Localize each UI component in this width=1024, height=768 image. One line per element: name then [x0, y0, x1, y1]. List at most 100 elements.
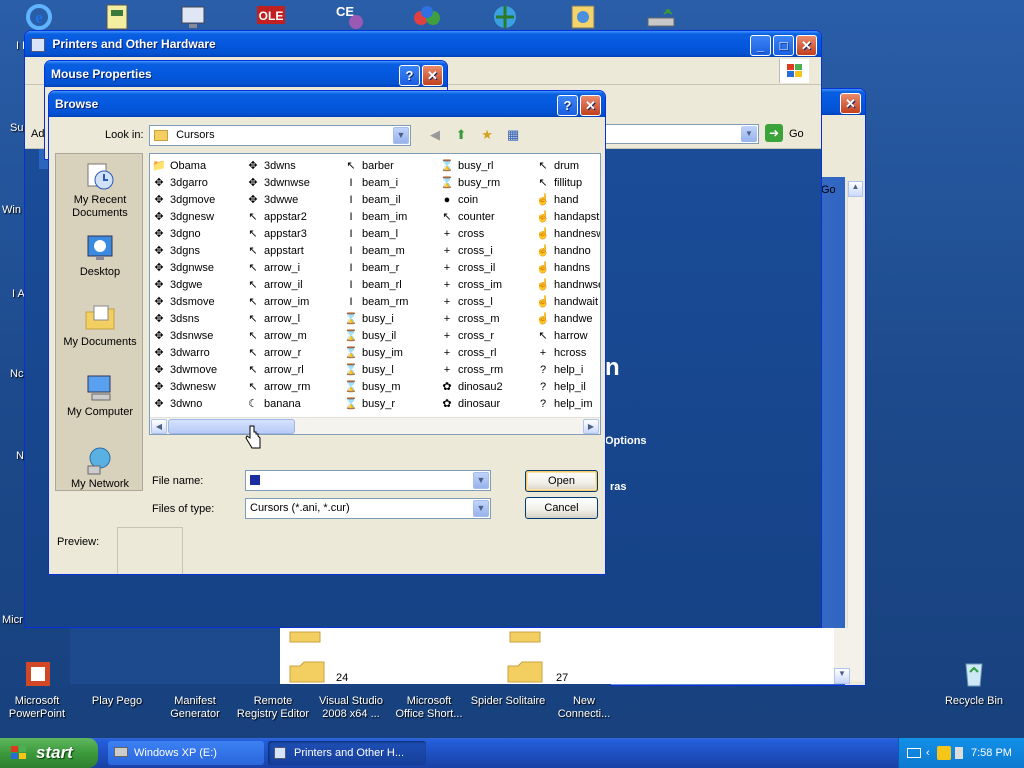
powerpoint-icon[interactable]	[24, 660, 52, 690]
cursor-file-item[interactable]: + cross_il	[440, 260, 535, 277]
cursor-file-item[interactable]: ✥ 3dsmove	[152, 294, 247, 311]
ce-tool-icon[interactable]: CE	[332, 2, 366, 32]
cursor-file-item[interactable]: ⌛ busy_im	[344, 345, 439, 362]
cursor-file-item[interactable]: Ibeam_il	[344, 192, 439, 209]
help-icon[interactable]: ?	[557, 95, 578, 116]
scroll-up-icon[interactable]: ▲	[848, 181, 863, 197]
browse-dialog[interactable]: Browse ? ✕ Look in: Cursors ▼ ◀ ⬆ ★ ▦ My…	[48, 90, 606, 575]
cursor-file-item[interactable]: ⌛ busy_l	[344, 362, 439, 379]
cursor-file-item[interactable]: ✥ 3dgnwse	[152, 260, 247, 277]
partial-link[interactable]: ras	[610, 481, 627, 493]
chevron-down-icon[interactable]: ▼	[741, 126, 757, 142]
chevron-down-icon[interactable]: ▼	[473, 500, 489, 517]
wireless-network-icon[interactable]	[644, 2, 678, 32]
cursor-file-item[interactable]: ✥ 3dwarro	[152, 345, 247, 362]
cursor-file-item[interactable]: ⌛ busy_r	[344, 396, 439, 413]
control-panel-icon[interactable]	[566, 2, 600, 32]
cursor-file-item[interactable]: ✿ dinosaur	[440, 396, 535, 413]
cursor-file-item[interactable]: + hcross	[536, 345, 600, 362]
cursor-file-item[interactable]: Ibeam_r	[344, 260, 439, 277]
desktop-icon-label[interactable]: Play Pego	[84, 695, 150, 708]
cursor-file-item[interactable]: ⌛ busy_m	[344, 379, 439, 396]
folder-icon[interactable]	[508, 630, 544, 644]
up-folder-icon[interactable]: ⬆	[451, 126, 471, 144]
cursor-file-item[interactable]: Ibeam_im	[344, 209, 439, 226]
cursor-file-item[interactable]: ✥ 3dgnesw	[152, 209, 247, 226]
cursor-file-item[interactable]: ⌛ busy_il	[344, 328, 439, 345]
cursor-file-item[interactable]: ☝ handwe	[536, 311, 600, 328]
close-icon[interactable]: ✕	[422, 65, 443, 86]
partial-link[interactable]: Options	[605, 435, 647, 447]
chevron-down-icon[interactable]: ▼	[473, 472, 489, 489]
notepad-icon[interactable]	[100, 2, 134, 32]
folder-icon[interactable]	[288, 660, 328, 684]
cursor-file-item[interactable]: ↖ arrow_i	[246, 260, 341, 277]
keyboard-icon[interactable]	[907, 748, 921, 758]
help-icon[interactable]: ?	[399, 65, 420, 86]
cursor-file-item[interactable]: Ibeam_i	[344, 175, 439, 192]
taskbar-item-printers[interactable]: Printers and Other H...	[268, 741, 426, 765]
cursor-file-item[interactable]: ☝ handapst	[536, 209, 600, 226]
cursor-file-item[interactable]: ☝ handns	[536, 260, 600, 277]
cursor-file-item[interactable]: ⌛ busy_rm	[440, 175, 535, 192]
cursor-file-item[interactable]: ⌛ busy_i	[344, 311, 439, 328]
cursor-file-item[interactable]: Ibeam_m	[344, 243, 439, 260]
cursor-file-item[interactable]: ✥ 3dgwe	[152, 277, 247, 294]
desktop-icon-label[interactable]: Microsoft Office Short...	[390, 695, 468, 721]
cursor-file-item[interactable]: ✥ 3dgns	[152, 243, 247, 260]
minimize-icon[interactable]: _	[750, 35, 771, 56]
cursor-file-item[interactable]: ↖ arrow_m	[246, 328, 341, 345]
cancel-button[interactable]: Cancel	[525, 497, 598, 519]
place-my-documents[interactable]: My Documents	[56, 302, 144, 349]
go-button[interactable]: Go	[789, 128, 804, 140]
browse-titlebar[interactable]: Browse ? ✕	[49, 91, 605, 117]
open-button[interactable]: Open	[525, 470, 598, 492]
cursor-file-item[interactable]: Ibeam_l	[344, 226, 439, 243]
cursor-file-item[interactable]: ? help_im	[536, 396, 600, 413]
cursor-file-item[interactable]: ? help_i	[536, 362, 600, 379]
cursor-file-item[interactable]: ↖ harrow	[536, 328, 600, 345]
cursor-file-item[interactable]: Ibeam_rl	[344, 277, 439, 294]
cursor-file-item[interactable]: ✥ 3dsnwse	[152, 328, 247, 345]
clock[interactable]: 7:58 PM	[971, 738, 1012, 768]
cursor-file-item[interactable]: ✿ dinosau2	[440, 379, 535, 396]
security-center-icon[interactable]	[937, 746, 951, 760]
cursor-file-item[interactable]: ? help_il	[536, 379, 600, 396]
network-tool-icon[interactable]	[488, 2, 522, 32]
place-desktop[interactable]: Desktop	[56, 232, 144, 279]
cursor-file-item[interactable]: ↖ counter	[440, 209, 535, 226]
vertical-scrollbar[interactable]: ▲	[847, 181, 863, 681]
look-in-select[interactable]: Cursors ▼	[149, 125, 411, 146]
file-name-input[interactable]: ▼	[245, 470, 491, 491]
start-button[interactable]: start	[0, 738, 98, 768]
desktop-icon-label[interactable]: Microsoft PowerPoint	[4, 695, 70, 721]
cursor-file-item[interactable]: ↖ barber	[344, 158, 439, 175]
desktop-icon-label[interactable]: Visual Studio 2008 x64 ...	[314, 695, 388, 721]
cursor-file-item[interactable]: ↖ appstar2	[246, 209, 341, 226]
maximize-icon[interactable]: □	[773, 35, 794, 56]
go-button[interactable]: Go	[821, 184, 836, 196]
cursor-file-item[interactable]: ☝ hand	[536, 192, 600, 209]
cursor-file-item[interactable]: + cross_im	[440, 277, 535, 294]
vertical-scrollbar[interactable]: ▼	[834, 628, 850, 684]
cursor-file-item[interactable]: + cross_i	[440, 243, 535, 260]
cursor-file-item[interactable]: ✥ 3dwno	[152, 396, 247, 413]
folder-icon[interactable]	[288, 630, 324, 644]
place-my-computer[interactable]: My Computer	[56, 372, 144, 419]
cursor-file-item[interactable]: ↖ appstart	[246, 243, 341, 260]
cursor-file-item[interactable]: + cross_rm	[440, 362, 535, 379]
cursor-file-item[interactable]: ↖ arrow_r	[246, 345, 341, 362]
desktop-icon-label[interactable]: New Connecti...	[550, 695, 618, 721]
desktop-icon-label[interactable]: Spider Solitaire	[468, 695, 548, 708]
folder-item[interactable]: 📁 Obama	[152, 158, 247, 175]
cursor-file-item[interactable]: Ibeam_rm	[344, 294, 439, 311]
cursor-file-item[interactable]: ↖ arrow_l	[246, 311, 341, 328]
place-my-network[interactable]: My Network	[56, 444, 144, 491]
files-of-type-select[interactable]: Cursors (*.ani, *.cur) ▼	[245, 498, 491, 519]
cursor-file-item[interactable]: + cross	[440, 226, 535, 243]
cursor-file-item[interactable]: + cross_r	[440, 328, 535, 345]
internet-explorer-icon[interactable]: e	[22, 2, 56, 32]
desktop-icon-label[interactable]: Remote Registry Editor	[234, 695, 312, 721]
cursor-file-item[interactable]: + cross_rl	[440, 345, 535, 362]
cursor-file-item[interactable]: ↖ arrow_rm	[246, 379, 341, 396]
